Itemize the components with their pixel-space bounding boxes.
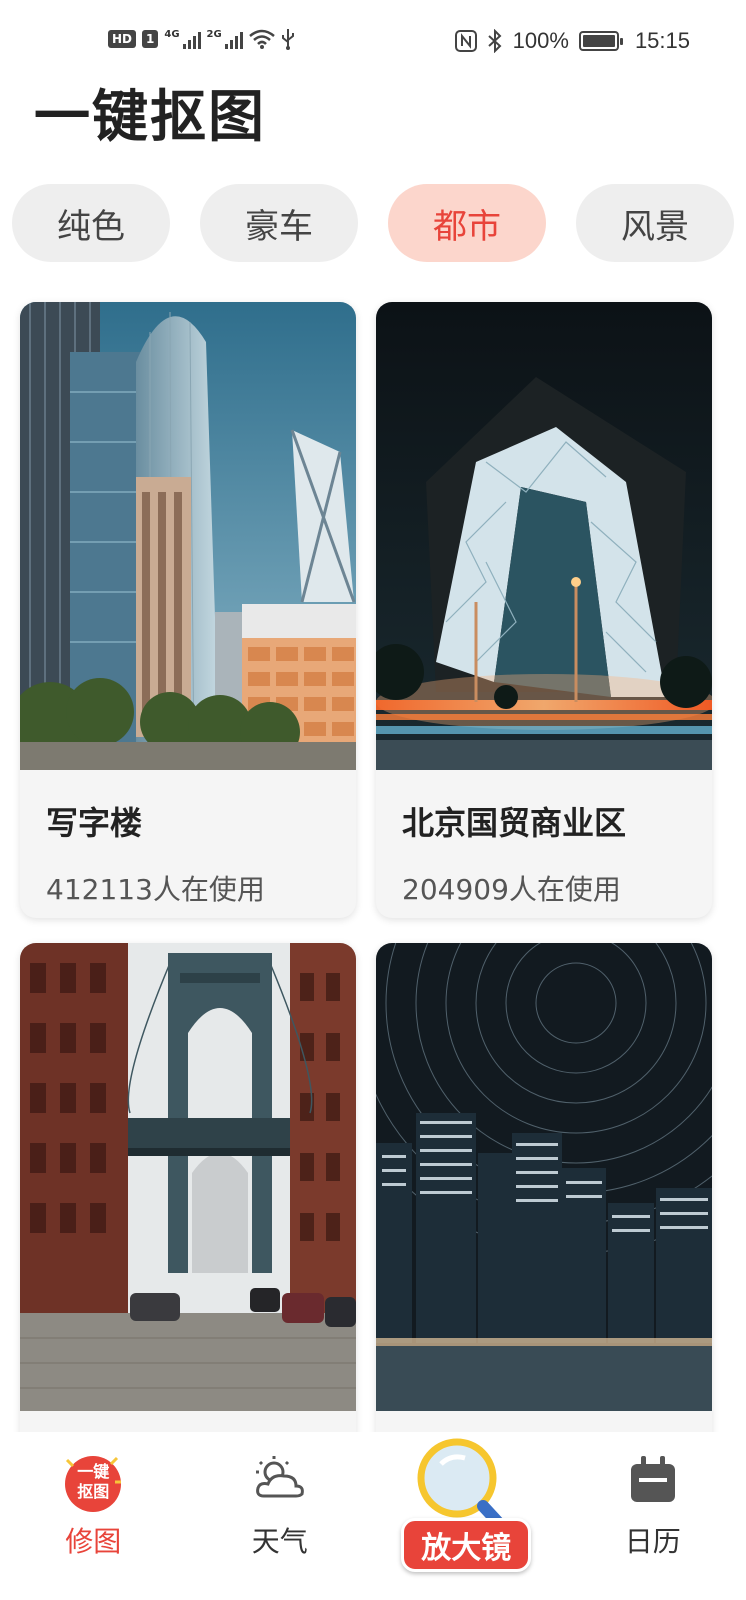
badge-line-2: 抠图 bbox=[77, 1482, 110, 1501]
signal-icon: 4G bbox=[164, 29, 201, 49]
card-usage-count: 412113人在使用 bbox=[46, 873, 265, 906]
usb-icon bbox=[281, 29, 294, 50]
card-usage-count: 204909人在使用 bbox=[402, 873, 621, 906]
status-left: HD 1 4G 2G bbox=[108, 28, 295, 50]
wifi-icon bbox=[248, 29, 275, 49]
cutout-logo-icon: 一键 抠图 bbox=[61, 1452, 125, 1516]
battery-icon bbox=[578, 31, 623, 51]
nav-item-retouch[interactable]: 一键 抠图 修图 bbox=[0, 1432, 187, 1600]
template-card-beijing-cbd[interactable]: 北京国贸商业区 204909人在使用 bbox=[376, 302, 712, 918]
category-tabs: 纯色 豪车 都市 风景 bbox=[12, 184, 734, 262]
bluetooth-icon bbox=[487, 29, 502, 53]
night-skyline-image bbox=[376, 943, 712, 1411]
card-title: 写字楼 bbox=[46, 804, 143, 842]
nav-item-magnifier[interactable]: 放大镜 bbox=[373, 1432, 560, 1600]
sim-badge: 1 bbox=[142, 30, 159, 48]
card-info: 北京国贸商业区 204909人在使用 bbox=[376, 770, 712, 918]
calendar-icon bbox=[630, 1456, 675, 1502]
tab-solid-color[interactable]: 纯色 bbox=[12, 184, 170, 262]
tab-luxury-car[interactable]: 豪车 bbox=[200, 184, 358, 262]
tab-scenery[interactable]: 风景 bbox=[576, 184, 734, 262]
nav-label-magnifier: 放大镜 bbox=[421, 1531, 512, 1566]
nfc-icon bbox=[454, 30, 477, 52]
nav-label-calendar: 日历 bbox=[624, 1525, 681, 1558]
manhattan-bridge-image bbox=[20, 943, 356, 1411]
magnifier-label-badge: 放大镜 bbox=[401, 1518, 532, 1572]
office-buildings-image bbox=[20, 302, 356, 770]
battery-percent: 100% bbox=[512, 28, 569, 53]
tab-city[interactable]: 都市 bbox=[388, 184, 546, 262]
card-title: 北京国贸商业区 bbox=[402, 804, 627, 842]
signal-icon-secondary: 2G bbox=[207, 29, 243, 49]
template-card-office[interactable]: 写字楼 412113人在使用 bbox=[20, 302, 356, 918]
clock: 15:15 bbox=[634, 28, 690, 53]
card-info: 写字楼 412113人在使用 bbox=[20, 770, 356, 918]
nav-item-weather[interactable]: 天气 bbox=[187, 1432, 374, 1600]
status-bar: HD 1 4G 2G 100% 15:15 bbox=[0, 0, 746, 80]
network-type-label: 4G bbox=[164, 29, 180, 40]
nav-label-retouch: 修图 bbox=[65, 1525, 122, 1558]
network-type-label-2: 2G bbox=[206, 29, 222, 40]
cctv-building-image bbox=[376, 302, 712, 770]
weather-icon bbox=[255, 1456, 304, 1498]
bottom-nav: 一键 抠图 修图 天气 放大镜 日历 bbox=[0, 1432, 746, 1600]
page-title: 一键抠图 bbox=[34, 85, 266, 150]
hd-badge: HD bbox=[108, 30, 137, 48]
badge-line-1: 一键 bbox=[77, 1462, 110, 1481]
status-right: 100% 15:15 bbox=[454, 28, 690, 54]
nav-label-weather: 天气 bbox=[251, 1525, 308, 1558]
nav-item-calendar[interactable]: 日历 bbox=[560, 1432, 746, 1600]
